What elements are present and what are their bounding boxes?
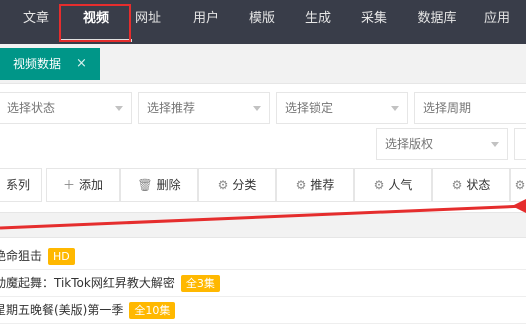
trash-icon: 🗑 [137,178,153,192]
add-button-label: 添加 [79,178,104,192]
lock-select-placeholder: 选择锁定 [285,101,334,115]
status-select-placeholder: 选择状态 [7,101,56,115]
top-nav: 文章 视频 网址 用户 模版 生成 采集 数据库 应用 [0,0,526,44]
plus-icon: ＋ [62,178,75,192]
status-select[interactable]: 选择状态 [0,92,132,124]
tab-label: 视频数据 [13,57,62,71]
popularity-button[interactable]: ⚙ 人气 [354,168,432,202]
lock-select[interactable]: 选择锁定 [276,92,408,124]
recommend-button-label: 推荐 [310,178,335,192]
tab-video-data[interactable]: 视频数据 × [0,48,100,80]
gear-icon: ⚙ [217,178,229,192]
copyright-select[interactable]: 选择版权 [376,128,508,160]
series-button[interactable]: 系列 [0,168,42,202]
row-title[interactable]: 动魔起舞：TikTok网红昇教大解密 [0,276,175,290]
table-row[interactable]: 星期五晚餐(美版)第一季 全10集 [0,297,526,324]
category-button-label: 分类 [232,178,257,192]
status-button[interactable]: ⚙ 状态 [432,168,510,202]
tab-strip: 视频数据 × [0,44,526,84]
add-button[interactable]: ＋ 添加 [46,168,120,202]
more-button[interactable]: ⚙ [510,168,526,202]
copyright-select-placeholder: 选择版权 [385,137,434,151]
table-header [0,212,526,238]
toolbar: 系列 ＋添加 🗑 删除 ⚙ 分类 ⚙ 推荐 ⚙ 人气 ⚙ 状态 ⚙ [0,168,526,204]
period-select[interactable]: 选择周期 [414,92,526,124]
category-button[interactable]: ⚙ 分类 [198,168,276,202]
row-title[interactable]: 绝命狙击 [0,249,42,263]
delete-button-label: 删除 [156,178,181,192]
row-badge: 全10集 [129,302,176,319]
extra-select[interactable] [514,128,526,160]
status-button-label: 状态 [466,178,491,192]
gear-icon: ⚙ [373,178,385,192]
table-row[interactable]: 动魔起舞：TikTok网红昇教大解密 全3集 [0,270,526,297]
series-button-label: 系列 [5,178,30,192]
chevron-down-icon [253,106,261,111]
nav-item-app[interactable]: 应用 [472,0,522,44]
nav-item-generate[interactable]: 生成 [292,0,344,44]
gear-icon: ⚙ [451,178,463,192]
gear-icon: ⚙ [514,178,526,192]
close-icon[interactable]: × [76,48,87,80]
delete-button[interactable]: 🗑 删除 [120,168,198,202]
recommend-select-placeholder: 选择推荐 [147,101,196,115]
recommend-select[interactable]: 选择推荐 [138,92,270,124]
nav-item-url[interactable]: 网址 [130,0,166,44]
chevron-down-icon [115,106,123,111]
row-title-cell: 动魔起舞：TikTok网红昇教大解密 全3集 [0,270,220,296]
popularity-button-label: 人气 [388,178,413,192]
nav-item-template[interactable]: 模版 [236,0,288,44]
annotation-highlight-box [59,4,131,42]
row-badge: HD [48,248,75,265]
nav-item-collect[interactable]: 采集 [348,0,400,44]
chevron-down-icon [491,142,499,147]
table-row[interactable]: 绝命狙击 HD [0,243,526,270]
row-title[interactable]: 星期五晚餐(美版)第一季 [0,303,123,317]
row-badge: 全3集 [180,275,220,292]
gear-icon: ⚙ [295,178,307,192]
recommend-button[interactable]: ⚙ 推荐 [276,168,354,202]
nav-item-article[interactable]: 文章 [10,0,62,44]
period-select-placeholder: 选择周期 [423,101,472,115]
chevron-down-icon [391,106,399,111]
nav-item-database[interactable]: 数据库 [404,0,470,44]
row-title-cell: 星期五晚餐(美版)第一季 全10集 [0,297,176,323]
row-title-cell: 绝命狙击 HD [0,243,75,269]
nav-item-user[interactable]: 用户 [180,0,232,44]
